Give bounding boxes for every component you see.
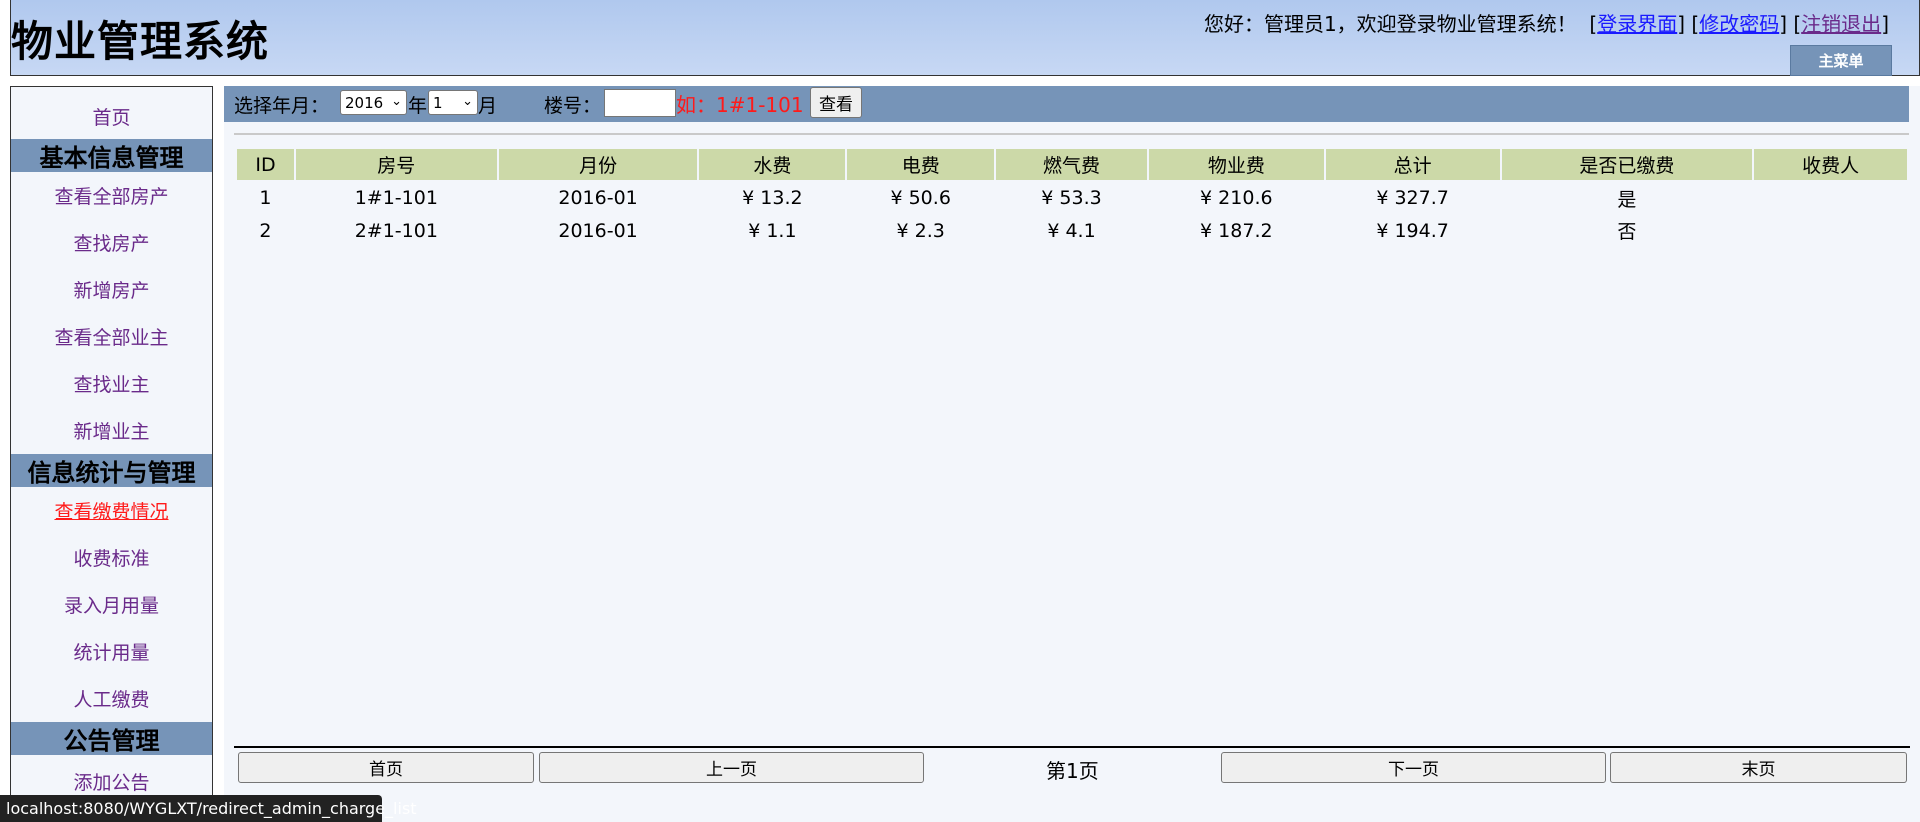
column-header: 月份 (496, 147, 700, 182)
sidebar-item-home[interactable]: 首页 (11, 87, 212, 139)
table-cell: ¥ 1.1 (748, 219, 797, 242)
sidebar-item-add-property[interactable]: 新增房产 (11, 266, 212, 313)
column-header: 房号 (293, 147, 499, 182)
sidebar-item-find-owner[interactable]: 查找业主 (11, 360, 212, 407)
current-page-label: 第1页 (1046, 759, 1099, 783)
browser-status-bar: localhost:8080/WYGLXT/redirect_admin_cha… (0, 795, 417, 822)
sidebar-item-all-owners[interactable]: 查看全部业主 (11, 313, 212, 360)
table-cell: 2016-01 (558, 219, 638, 242)
query-button[interactable]: 查看 (810, 87, 862, 118)
table-cell: ¥ 4.1 (1047, 219, 1096, 242)
table-cell (1753, 214, 1908, 247)
table-cell: 2 (259, 219, 272, 242)
logout-link[interactable]: 注销退出 (1801, 12, 1881, 36)
table-cell: ¥ 327.7 (1376, 187, 1449, 209)
sidebar: 首页 基本信息管理 查看全部房产 查找房产 新增房产 查看全部业主 查找业主 新… (10, 86, 213, 822)
building-input[interactable] (604, 89, 676, 117)
table-cell: ¥ 194.7 (1376, 219, 1449, 242)
pager-divider (234, 746, 1910, 748)
main-menu-button[interactable]: 主菜单 (1790, 45, 1892, 76)
month-select-value: 1 (433, 93, 443, 112)
table-cell: 是 (1617, 188, 1637, 211)
building-hint: 如：1#1-101 (676, 93, 804, 117)
charge-table: ID 房号 月份 水费 电费 燃气费 物业费 总计 是否已缴费 收费人 1 1#… (235, 147, 1909, 247)
column-header: 电费 (845, 147, 997, 182)
month-select[interactable]: 1 ⌄ (428, 90, 478, 115)
sidebar-item-add-owner[interactable]: 新增业主 (11, 407, 212, 454)
table-cell: 否 (1617, 221, 1637, 243)
column-header: 水费 (697, 147, 848, 182)
table-cell: ¥ 2.3 (896, 219, 945, 242)
column-header: 收费人 (1752, 147, 1909, 182)
welcome-area: 您好：管理员1，欢迎登录物业管理系统！ [登录界面] [修改密码] [注销退出] (1203, 12, 1889, 36)
sidebar-item-find-property[interactable]: 查找房产 (11, 219, 212, 266)
change-password-link[interactable]: 修改密码 (1699, 12, 1779, 36)
table-cell (1753, 181, 1908, 214)
month-unit-label: 月 (478, 95, 498, 117)
table-cell: 1#1-101 (354, 187, 438, 209)
sidebar-item-all-properties[interactable]: 查看全部房产 (11, 172, 212, 219)
main-content: 选择年月： 2016 ⌄ 年 1 ⌄ 月 楼号： 如：1#1-101 查看 ID… (224, 86, 1920, 822)
year-month-label: 选择年月： (234, 95, 330, 117)
column-header: 总计 (1323, 147, 1502, 182)
table-cell: 1 (259, 187, 272, 209)
column-header: 物业费 (1146, 147, 1326, 182)
table-cell: ¥ 50.6 (890, 187, 951, 209)
table-cell: ¥ 187.2 (1200, 219, 1273, 242)
sidebar-item-enter-usage[interactable]: 录入月用量 (11, 581, 212, 628)
table-header-row: ID 房号 月份 水费 电费 燃气费 物业费 总计 是否已缴费 收费人 (235, 147, 1909, 182)
chevron-down-icon: ⌄ (462, 94, 473, 109)
next-page-button[interactable]: 下一页 (1221, 752, 1606, 783)
column-header: 燃气费 (994, 147, 1149, 182)
column-header: ID (235, 147, 296, 182)
sidebar-section-basic-info: 基本信息管理 (11, 139, 212, 172)
table-cell: ¥ 13.2 (742, 187, 803, 209)
year-unit-label: 年 (408, 95, 428, 117)
login-page-link[interactable]: 登录界面 (1597, 12, 1677, 36)
sidebar-item-fee-standard[interactable]: 收费标准 (11, 534, 212, 581)
sidebar-section-announcements: 公告管理 (11, 722, 212, 755)
first-page-button[interactable]: 首页 (238, 752, 534, 783)
table-cell: 2016-01 (558, 187, 638, 209)
sidebar-item-add-announcement[interactable]: 添加公告 (11, 755, 212, 795)
table-cell: ¥ 210.6 (1200, 187, 1273, 209)
sidebar-item-payment-status[interactable]: 查看缴费情况 (11, 487, 212, 534)
table-cell: ¥ 53.3 (1041, 187, 1102, 209)
last-page-button[interactable]: 末页 (1610, 752, 1907, 783)
sidebar-section-statistics: 信息统计与管理 (11, 454, 212, 487)
welcome-text: 您好：管理员1，欢迎登录物业管理系统！ (1203, 12, 1577, 36)
chevron-down-icon: ⌄ (391, 94, 402, 109)
filter-bar: 选择年月： 2016 ⌄ 年 1 ⌄ 月 楼号： 如：1#1-101 查看 (224, 86, 1909, 122)
sidebar-item-manual-payment[interactable]: 人工缴费 (11, 675, 212, 722)
table-row: 1 1#1-101 2016-01 ¥ 13.2 ¥ 50.6 ¥ 53.3 ¥… (236, 181, 1908, 214)
table-row: 2 2#1-101 2016-01 ¥ 1.1 ¥ 2.3 ¥ 4.1 ¥ 18… (236, 214, 1908, 247)
header-banner: 物业管理系统 您好：管理员1，欢迎登录物业管理系统！ [登录界面] [修改密码]… (10, 0, 1920, 76)
app-title: 物业管理系统 (11, 17, 270, 66)
building-label: 楼号： (544, 95, 602, 117)
table-cell: 2#1-101 (354, 219, 438, 242)
prev-page-button[interactable]: 上一页 (539, 752, 924, 783)
sidebar-item-usage-stats[interactable]: 统计用量 (11, 628, 212, 675)
year-select[interactable]: 2016 ⌄ (340, 90, 407, 115)
year-select-value: 2016 (345, 93, 384, 112)
column-header: 是否已缴费 (1499, 147, 1755, 182)
divider (234, 133, 1909, 135)
